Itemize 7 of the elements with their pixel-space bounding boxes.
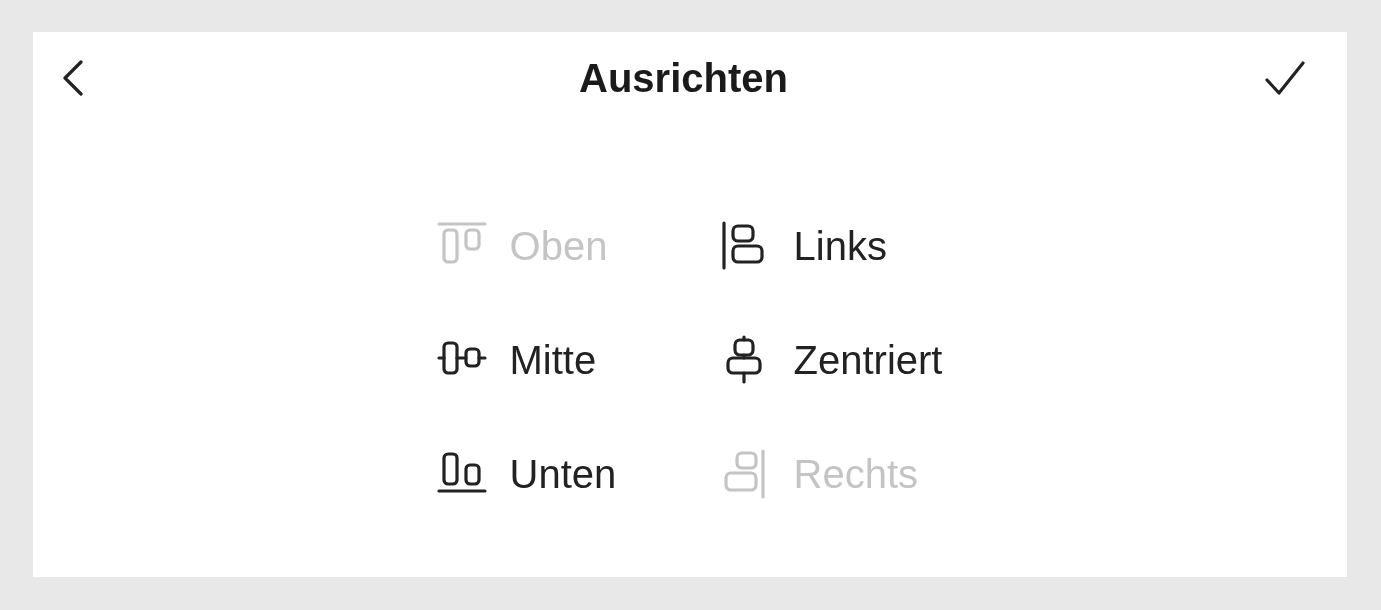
checkmark-icon bbox=[1265, 60, 1305, 96]
align-option[interactable]: Zentriert bbox=[721, 336, 943, 384]
align-option[interactable]: Mitte bbox=[437, 336, 597, 384]
align-option[interactable]: Links bbox=[721, 222, 887, 270]
chevron-left-icon bbox=[62, 60, 84, 96]
dialog-title: Ausrichten bbox=[579, 55, 788, 102]
align-option[interactable]: Unten bbox=[437, 450, 617, 498]
